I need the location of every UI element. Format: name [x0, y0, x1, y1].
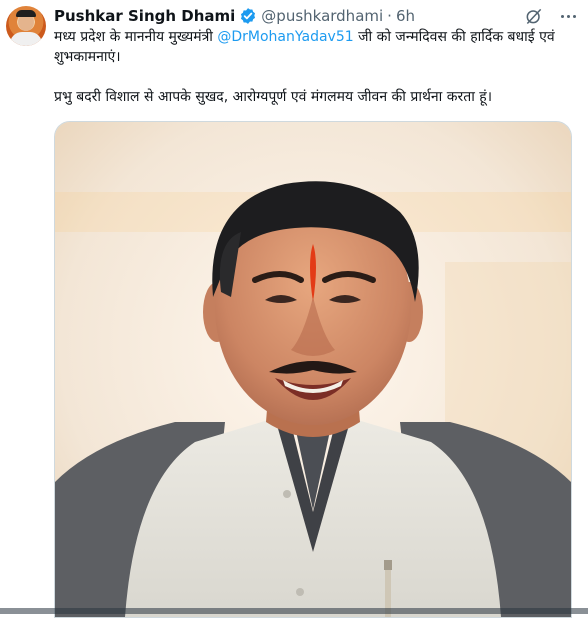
separator-dot: ·	[387, 7, 392, 25]
mention-link[interactable]: @DrMohanYadav51	[217, 29, 353, 45]
tweet-line-1-prefix: मध्य प्रदेश के माननीय मुख्यमंत्री	[54, 29, 218, 45]
grok-icon[interactable]	[524, 6, 544, 26]
tweet-header: Pushkar Singh Dhami @pushkardhami · 6h	[54, 5, 415, 27]
more-options-icon[interactable]	[556, 5, 580, 27]
author-name[interactable]: Pushkar Singh Dhami	[54, 7, 235, 25]
tweet-line-2: प्रभु बदरी विशाल से आपके सुखद, आरोग्यपूर…	[54, 89, 493, 105]
tweet[interactable]: Pushkar Singh Dhami @pushkardhami · 6h म…	[0, 0, 588, 618]
tweet-line-1: मध्य प्रदेश के माननीय मुख्यमंत्री @DrMoh…	[54, 27, 574, 67]
verified-badge-icon	[239, 7, 257, 25]
author-avatar[interactable]	[6, 6, 46, 46]
bottom-divider	[0, 608, 588, 614]
timestamp[interactable]: 6h	[396, 7, 415, 25]
tweet-photo[interactable]	[54, 121, 572, 618]
portrait-photo	[55, 122, 571, 617]
author-handle[interactable]: @pushkardhami	[261, 7, 383, 25]
tweet-text: मध्य प्रदेश के माननीय मुख्यमंत्री @DrMoh…	[54, 27, 574, 107]
